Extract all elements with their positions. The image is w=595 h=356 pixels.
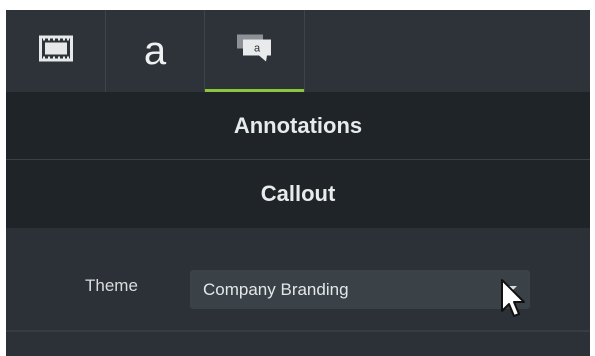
annotations-header: Annotations bbox=[6, 92, 590, 160]
theme-dropdown[interactable]: Company Branding bbox=[190, 270, 530, 309]
callout-header: Callout bbox=[6, 160, 590, 228]
theme-dropdown-value: Company Branding bbox=[203, 280, 349, 299]
mouse-cursor-icon bbox=[500, 278, 526, 323]
tab-visual-properties[interactable] bbox=[6, 10, 106, 92]
callout-glyph: a bbox=[253, 43, 260, 55]
tab-bar: a a bbox=[6, 10, 590, 92]
film-strip-icon bbox=[38, 35, 73, 67]
speech-callout-icon: a bbox=[236, 34, 273, 68]
tab-annotation-properties[interactable]: a bbox=[205, 10, 305, 92]
text-a-icon: a bbox=[143, 29, 167, 73]
theme-label: Theme bbox=[85, 276, 138, 295]
tab-text-properties[interactable]: a bbox=[106, 10, 205, 92]
